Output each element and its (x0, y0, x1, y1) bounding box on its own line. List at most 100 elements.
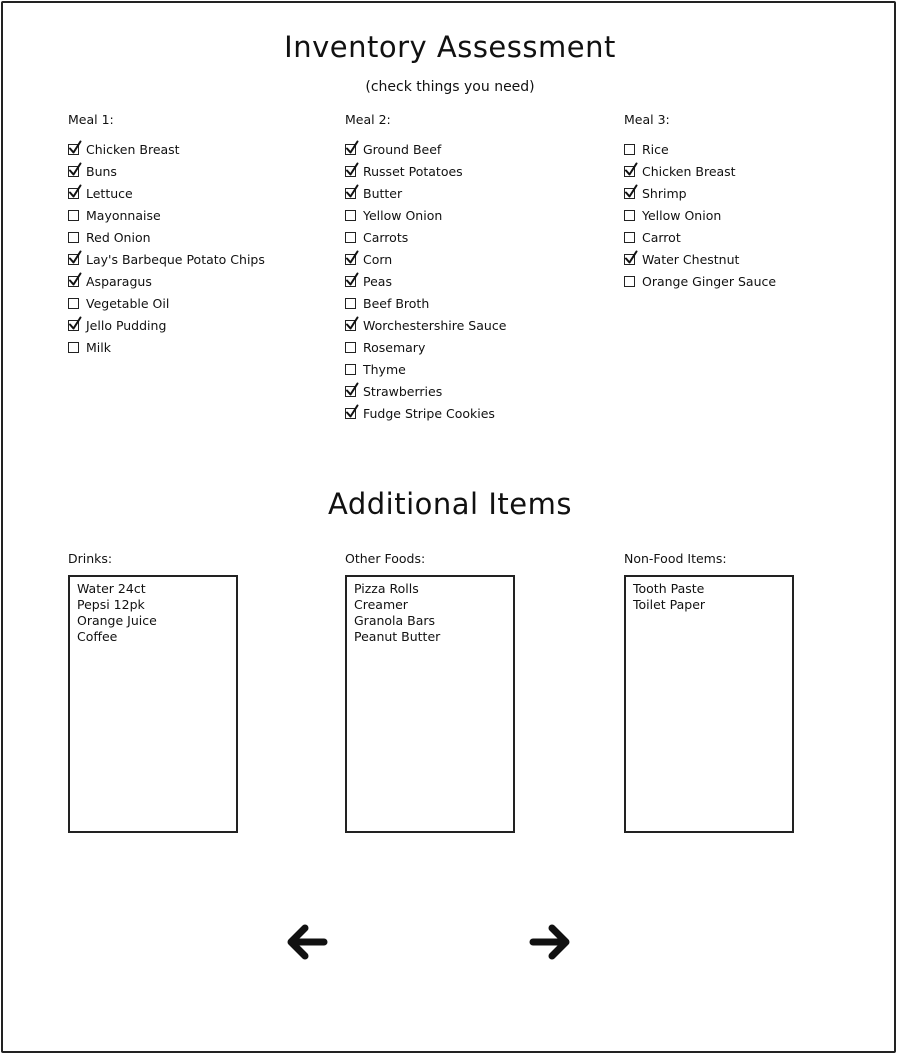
list-item: Water 24ct (77, 581, 146, 596)
checkbox[interactable] (68, 140, 82, 155)
checkbox[interactable] (68, 250, 82, 265)
checkbox[interactable] (68, 232, 79, 243)
checklist-item-label: Orange Ginger Sauce (642, 273, 777, 289)
checklist-item-label: Peas (363, 273, 392, 289)
checklist-item[interactable]: Mayonnaise (68, 204, 265, 226)
checkbox[interactable] (624, 162, 638, 177)
checklist-item[interactable]: Red Onion (68, 226, 265, 248)
back-button[interactable] (284, 920, 328, 964)
meal-2-column: Meal 2: Ground Beef Russet Potatoes Butter… (345, 112, 506, 424)
checkbox[interactable] (345, 210, 356, 221)
checklist-item[interactable]: Corn (345, 248, 506, 270)
checkbox[interactable] (624, 144, 635, 155)
checklist-item[interactable]: Vegetable Oil (68, 292, 265, 314)
checklist-item[interactable]: Rosemary (345, 336, 506, 358)
list-item: Pepsi 12pk (77, 597, 145, 612)
checklist-item-label: Russet Potatoes (363, 163, 463, 179)
checklist-item[interactable]: Strawberries (345, 380, 506, 402)
checklist-item[interactable]: Butter (345, 182, 506, 204)
checkbox[interactable] (68, 184, 82, 199)
checklist-item-label: Worchestershire Sauce (363, 317, 507, 333)
non-food-section: Non-Food Items: Tooth Paste Toilet Paper (624, 551, 794, 833)
checkbox[interactable] (624, 232, 635, 243)
checklist-item-label: Mayonnaise (86, 207, 161, 223)
checkbox[interactable] (68, 210, 79, 221)
checklist-item[interactable]: Water Chestnut (624, 248, 776, 270)
meal-2-items: Ground Beef Russet Potatoes Butter Yellow O… (345, 138, 506, 424)
checkbox[interactable] (345, 162, 359, 177)
checklist-item-label: Strawberries (363, 383, 443, 399)
checkbox[interactable] (68, 162, 82, 177)
checklist-item-label: Butter (363, 185, 403, 201)
checklist-item[interactable]: Chicken Breast (624, 160, 776, 182)
checkmark-icon (346, 162, 359, 176)
checklist-item[interactable]: Shrimp (624, 182, 776, 204)
checklist-item[interactable]: Milk (68, 336, 265, 358)
drinks-textarea[interactable]: Water 24ct Pepsi 12pk Orange Juice Coffe… (68, 575, 238, 833)
meal-1-items: Chicken Breast Buns Lettuce Mayonnaise Red O… (68, 138, 265, 358)
checkbox[interactable] (624, 184, 638, 199)
checklist-item[interactable]: Worchestershire Sauce (345, 314, 506, 336)
other-foods-textarea[interactable]: Pizza Rolls Creamer Granola Bars Peanut … (345, 575, 515, 833)
checkbox[interactable] (68, 342, 79, 353)
checkmark-icon (625, 184, 638, 198)
checklist-item[interactable]: Carrots (345, 226, 506, 248)
checkbox[interactable] (345, 272, 359, 287)
checklist-item[interactable]: Buns (68, 160, 265, 182)
checklist-item-label: Buns (86, 163, 117, 179)
checkbox[interactable] (345, 404, 359, 419)
checklist-item[interactable]: Russet Potatoes (345, 160, 506, 182)
checklist-item-label: Lettuce (86, 185, 133, 201)
checklist-item[interactable]: Lay's Barbeque Potato Chips (68, 248, 265, 270)
checklist-item-label: Jello Pudding (86, 317, 167, 333)
checklist-item-label: Lay's Barbeque Potato Chips (86, 251, 265, 267)
checklist-item[interactable]: Chicken Breast (68, 138, 265, 160)
checklist-item[interactable]: Yellow Onion (624, 204, 776, 226)
meal-3-column: Meal 3: Rice Chicken Breast Shrimp Yellow O… (624, 112, 776, 292)
checkbox[interactable] (68, 298, 79, 309)
next-button[interactable] (529, 920, 573, 964)
list-item: Granola Bars (354, 613, 436, 628)
checklist-item[interactable]: Lettuce (68, 182, 265, 204)
checklist-item[interactable]: Rice (624, 138, 776, 160)
list-item: Toilet Paper (633, 597, 706, 612)
checklist-item[interactable]: Carrot (624, 226, 776, 248)
list-item: Peanut Butter (354, 629, 441, 644)
checkbox[interactable] (345, 364, 356, 375)
checklist-item[interactable]: Ground Beef (345, 138, 506, 160)
checkmark-icon (69, 250, 82, 264)
checkbox[interactable] (345, 382, 359, 397)
checkbox[interactable] (345, 298, 356, 309)
checklist-item-label: Fudge Stripe Cookies (363, 405, 495, 421)
checkbox[interactable] (345, 342, 356, 353)
checkbox[interactable] (624, 276, 635, 287)
checkbox[interactable] (345, 250, 359, 265)
checklist-item[interactable]: Jello Pudding (68, 314, 265, 336)
checklist-item[interactable]: Peas (345, 270, 506, 292)
meal-1-column: Meal 1: Chicken Breast Buns Lettuce Mayonna… (68, 112, 265, 358)
arrow-left-icon (287, 924, 328, 960)
checklist-item[interactable]: Asparagus (68, 270, 265, 292)
non-food-label: Non-Food Items: (624, 551, 727, 566)
checkmark-icon (69, 272, 82, 286)
checklist-item-label: Red Onion (86, 229, 151, 245)
list-item: Orange Juice (77, 613, 157, 628)
checkbox[interactable] (345, 316, 359, 331)
checkbox[interactable] (68, 272, 82, 287)
checklist-item-label: Yellow Onion (642, 207, 722, 223)
checkmark-icon (625, 162, 638, 176)
checklist-item[interactable]: Beef Broth (345, 292, 506, 314)
checkbox[interactable] (624, 210, 635, 221)
checkmark-icon (346, 250, 359, 264)
checkbox[interactable] (345, 140, 359, 155)
checkbox[interactable] (345, 184, 359, 199)
non-food-textarea[interactable]: Tooth Paste Toilet Paper (624, 575, 794, 833)
checklist-item[interactable]: Thyme (345, 358, 506, 380)
checkbox[interactable] (624, 250, 638, 265)
checklist-item[interactable]: Orange Ginger Sauce (624, 270, 776, 292)
checklist-item[interactable]: Yellow Onion (345, 204, 506, 226)
checkmark-icon (346, 184, 359, 198)
checkbox[interactable] (68, 316, 82, 331)
checklist-item[interactable]: Fudge Stripe Cookies (345, 402, 506, 424)
checkbox[interactable] (345, 232, 356, 243)
